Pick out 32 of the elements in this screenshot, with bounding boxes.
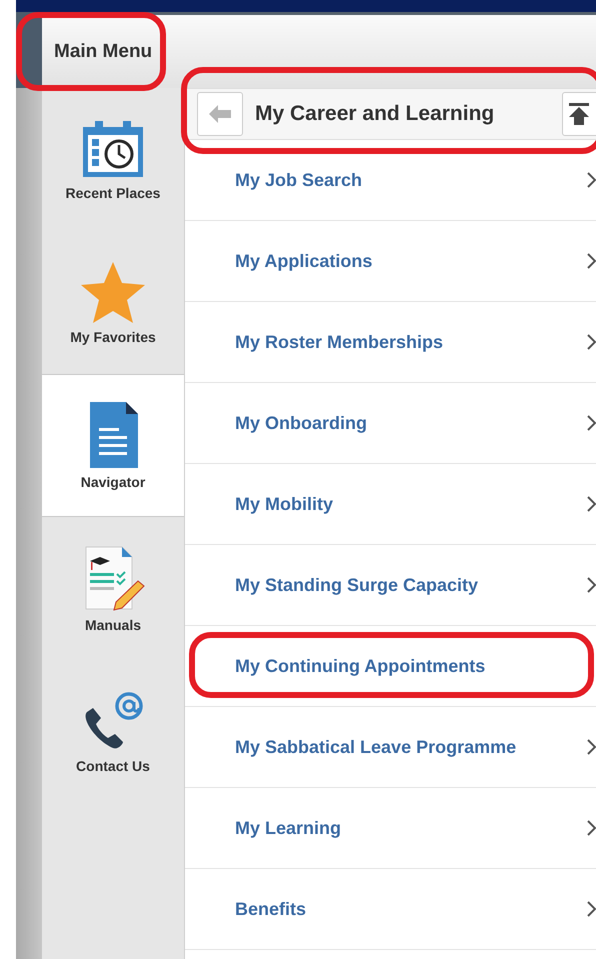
menu-item[interactable]: My Standing Surge Capacity	[185, 545, 596, 626]
back-arrow-icon	[209, 105, 231, 123]
menu-item[interactable]: My Applications	[185, 221, 596, 302]
sidebar-item[interactable]: My Favorites	[42, 231, 184, 374]
calendar-clock-icon	[81, 118, 145, 178]
document-icon	[88, 402, 138, 468]
chevron-icon	[587, 739, 596, 755]
up-arrow-icon	[569, 103, 589, 125]
chevron-icon	[587, 253, 596, 269]
menu-item[interactable]: My Sabbatical Leave Programme	[185, 707, 596, 788]
chevron-icon	[587, 901, 596, 917]
sidebar-item[interactable]: Recent Places	[42, 88, 184, 231]
breadcrumb-title: My Career and Learning	[255, 102, 494, 126]
chevron-icon	[587, 172, 596, 188]
menu-item[interactable]: My Job Search	[185, 140, 596, 221]
chevron-icon	[587, 415, 596, 431]
menu-item[interactable]: My Onboarding	[185, 383, 596, 464]
star-icon	[80, 260, 146, 322]
menu-item[interactable]: My Mobility	[185, 464, 596, 545]
chevron-icon	[587, 577, 596, 593]
menu-item[interactable]: My Continuing Appointments	[185, 626, 596, 707]
main-menu-title[interactable]: Main Menu	[54, 40, 152, 62]
sidebar-item[interactable]: Manuals	[42, 517, 184, 660]
sidebar-item[interactable]: Navigator	[42, 374, 184, 517]
chevron-icon	[587, 334, 596, 350]
menu-item[interactable]: My Roster Memberships	[185, 302, 596, 383]
top-button[interactable]	[562, 92, 596, 136]
menu-item[interactable]: My Learning	[185, 788, 596, 869]
chevron-icon	[587, 820, 596, 836]
sidebar-item[interactable]: Contact Us	[42, 660, 184, 803]
chevron-icon	[587, 496, 596, 512]
menu-item[interactable]: Benefits	[185, 869, 596, 950]
